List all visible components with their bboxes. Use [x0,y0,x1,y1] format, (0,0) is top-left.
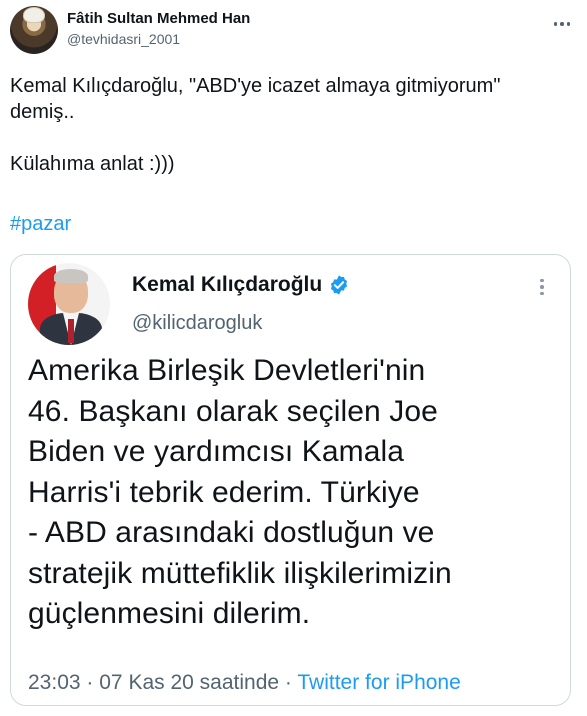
quoted-time[interactable]: 23:03 [28,671,81,694]
quoted-text-line: - ABD arasındaki dostluğun ve [28,516,435,549]
quoted-tweet-card[interactable]: Kemal Kılıçdaroğlu @kilicdarogluk Amerik… [10,254,571,706]
tweet-text: Kemal Kılıçdaroğlu, "ABD'ye icazet almay… [10,75,501,175]
quoted-text-line: Harris'i tebrik ederim. Türkiye [28,475,420,509]
hashtag-link[interactable]: #pazar [10,213,71,236]
quoted-tweet-text: Amerika Birleşik Devletleri'nin 46. Başk… [28,351,558,635]
quoted-text-line: Biden ve yardımcısı Kamala [28,435,405,468]
quoted-text-line: güçlenmesini dilerim. [28,597,311,630]
avatar-tie-shape [68,319,74,343]
more-options-button[interactable] [548,10,576,38]
quoted-more-button[interactable] [531,273,553,301]
quoted-author-avatar[interactable] [28,263,110,345]
avatar-hair-shape [54,269,88,283]
quoted-text-line: 46. Başkanı olarak seçilen Joe [28,394,438,428]
quoted-tweet-meta: 23:03 · 07 Kas 20 saatinde · Twitter for… [28,671,461,695]
quoted-date[interactable]: 07 Kas 20 saatinde [99,671,279,694]
verified-badge-icon [331,275,348,295]
quoted-author-name[interactable]: Kemal Kılıçdaroğlu [132,273,322,297]
quoted-author-handle[interactable]: @kilicdarogluk [132,312,262,335]
more-vertical-icon [540,278,544,296]
author-handle[interactable]: @tevhidasri_2001 [67,31,180,47]
more-horizontal-icon [553,22,571,26]
quoted-text-line: Amerika Birleşik Devletleri'nin [28,354,426,387]
quoted-text-line: stratejik müttefiklik ilişkilerimizin [28,556,452,590]
author-name[interactable]: Fâtih Sultan Mehmed Han [67,10,250,27]
avatar-turban-shape [24,8,44,22]
quoted-source-link[interactable]: Twitter for iPhone [297,671,460,694]
meta-separator: · [284,671,292,694]
quoted-author-name-row[interactable]: Kemal Kılıçdaroğlu [132,273,350,297]
meta-separator: · [86,671,94,694]
author-avatar[interactable] [10,6,58,54]
